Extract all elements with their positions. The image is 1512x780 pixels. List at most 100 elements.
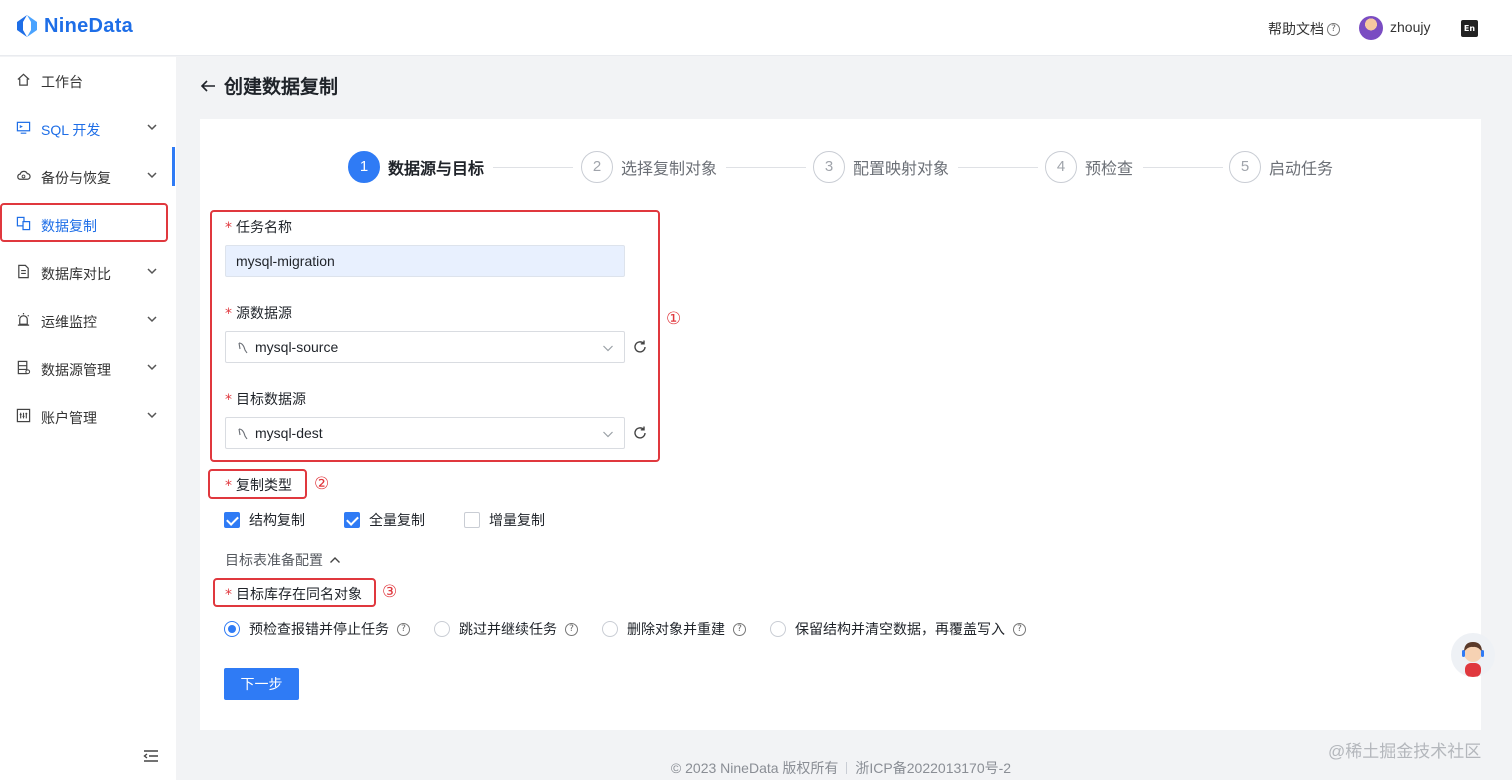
help-docs-label: 帮助文档 [1268,21,1324,37]
source-label-text: 源数据源 [236,305,292,321]
radio-label: 删除对象并重建 [627,621,725,637]
radio-keep-truncate[interactable]: 保留结构并清空数据，再覆盖写入 ? [770,619,1026,639]
copy-type-label: * 复制类型 [225,475,292,495]
radio-skip-continue[interactable]: 跳过并继续任务 ? [434,619,578,639]
step-number: 3 [813,151,845,183]
sidebar-item-label: 运维监控 [41,314,97,330]
annotation-mark-3: ③ [382,582,398,602]
sidebar-item-label: 数据源管理 [41,362,111,378]
step-number: 1 [348,151,380,183]
radio-drop-recreate[interactable]: 删除对象并重建 ? [602,619,746,639]
step-connector [726,167,806,168]
step-label: 启动任务 [1269,161,1334,178]
required-mark: * [225,220,232,236]
refresh-icon[interactable] [632,425,648,441]
logo[interactable]: NineData [14,13,133,39]
question-icon[interactable]: ? [397,622,410,636]
refresh-icon[interactable] [632,339,648,355]
task-name-label: * 任务名称 [225,217,292,237]
target-label-text: 目标数据源 [236,391,306,407]
alarm-icon [17,312,30,326]
target-select[interactable]: mysql-dest [225,417,625,449]
compare-doc-icon [18,264,29,279]
avatar[interactable] [1359,16,1383,40]
annotation-mark-2: ② [314,474,330,494]
step-5: 5 启动任务 [1229,151,1333,183]
account-icon [16,408,31,423]
sidebar: 工作台 SQL 开发 备份与恢复 数据复制 数据库对比 运维监控 数据源管理 账… [0,57,176,780]
step-indicator: 1 数据源与目标 2 选择复制对象 3 配置映射对象 4 预检查 5 启动任务 [348,151,1338,183]
chevron-down-icon [147,412,157,419]
ninedata-logo-icon [17,15,37,37]
checkbox-incremental-copy[interactable]: 增量复制 [464,510,545,530]
active-indicator [172,147,175,186]
target-prep-label: 目标表准备配置 [225,552,323,568]
radio-label: 跳过并继续任务 [459,621,557,637]
copy-type-label-text: 复制类型 [236,477,292,493]
radio[interactable] [602,621,618,637]
chevron-down-icon [603,431,613,438]
support-assistant-avatar[interactable] [1451,633,1495,677]
checkbox-full-copy[interactable]: 全量复制 [344,510,425,530]
chevron-down-icon [147,316,157,323]
checkbox[interactable] [464,512,480,528]
required-mark: * [225,306,232,322]
footer-divider [846,762,848,774]
help-docs-link[interactable]: 帮助文档 ? [1268,19,1340,39]
chevron-down-icon [147,364,157,371]
checkbox[interactable] [344,512,360,528]
question-icon[interactable]: ? [733,622,746,636]
sidebar-item-label: SQL 开发 [41,122,101,138]
chevron-down-icon [147,124,157,131]
cloud-backup-icon [17,170,31,180]
checkbox-label: 增量复制 [489,512,545,528]
radio-label: 保留结构并清空数据，再覆盖写入 [795,621,1005,637]
mysql-icon [238,342,248,354]
sidebar-item-label: 备份与恢复 [41,170,111,186]
step-label: 选择复制对象 [621,161,718,178]
radio[interactable] [224,621,240,637]
username[interactable]: zhoujy [1390,19,1430,35]
sidebar-item-label: 数据库对比 [41,266,111,282]
sidebar-item-datasource-mgmt[interactable]: 数据源管理 [0,347,172,387]
checkbox-label: 结构复制 [249,512,305,528]
question-icon[interactable]: ? [565,622,578,636]
step-number: 4 [1045,151,1077,183]
back-arrow-icon[interactable] [200,78,216,94]
target-prep-toggle[interactable]: 目标表准备配置 [225,550,341,570]
checkbox[interactable] [224,512,240,528]
page-header: 创建数据复制 [200,72,338,99]
sidebar-item-ops-monitor[interactable]: 运维监控 [0,299,172,339]
step-connector [1143,167,1223,168]
source-select[interactable]: mysql-source [225,331,625,363]
checkbox-structure-copy[interactable]: 结构复制 [224,510,305,530]
required-mark: * [225,587,232,603]
radio[interactable] [434,621,450,637]
step-3: 3 配置映射对象 [813,151,949,183]
icp-link[interactable]: 浙ICP备2022013170号-2 [855,760,1011,776]
sidebar-item-db-compare[interactable]: 数据库对比 [0,251,172,291]
chevron-down-icon [603,345,613,352]
sidebar-item-workbench[interactable]: 工作台 [0,59,172,99]
task-name-input[interactable] [225,245,625,277]
sidebar-item-backup[interactable]: 备份与恢复 [0,155,172,195]
step-connector [493,167,573,168]
assistant-icon [1462,642,1484,677]
checkbox-label: 全量复制 [369,512,425,528]
language-switch-icon[interactable]: En [1461,20,1478,37]
step-1: 1 数据源与目标 [348,151,484,183]
step-label: 预检查 [1085,161,1134,178]
next-step-button[interactable]: 下一步 [224,668,299,700]
step-4: 4 预检查 [1045,151,1133,183]
sidebar-item-account-mgmt[interactable]: 账户管理 [0,395,172,435]
annotation-mark-1: ① [666,309,682,329]
step-2: 2 选择复制对象 [581,151,717,183]
radio-precheck-stop[interactable]: 预检查报错并停止任务 ? [224,619,410,639]
sidebar-item-label: 工作台 [41,74,83,90]
step-number: 5 [1229,151,1261,183]
question-icon[interactable]: ? [1013,622,1026,636]
sidebar-item-sql-dev[interactable]: SQL 开发 [0,107,172,147]
question-icon: ? [1327,22,1340,36]
target-select-value: mysql-dest [255,425,323,441]
radio[interactable] [770,621,786,637]
